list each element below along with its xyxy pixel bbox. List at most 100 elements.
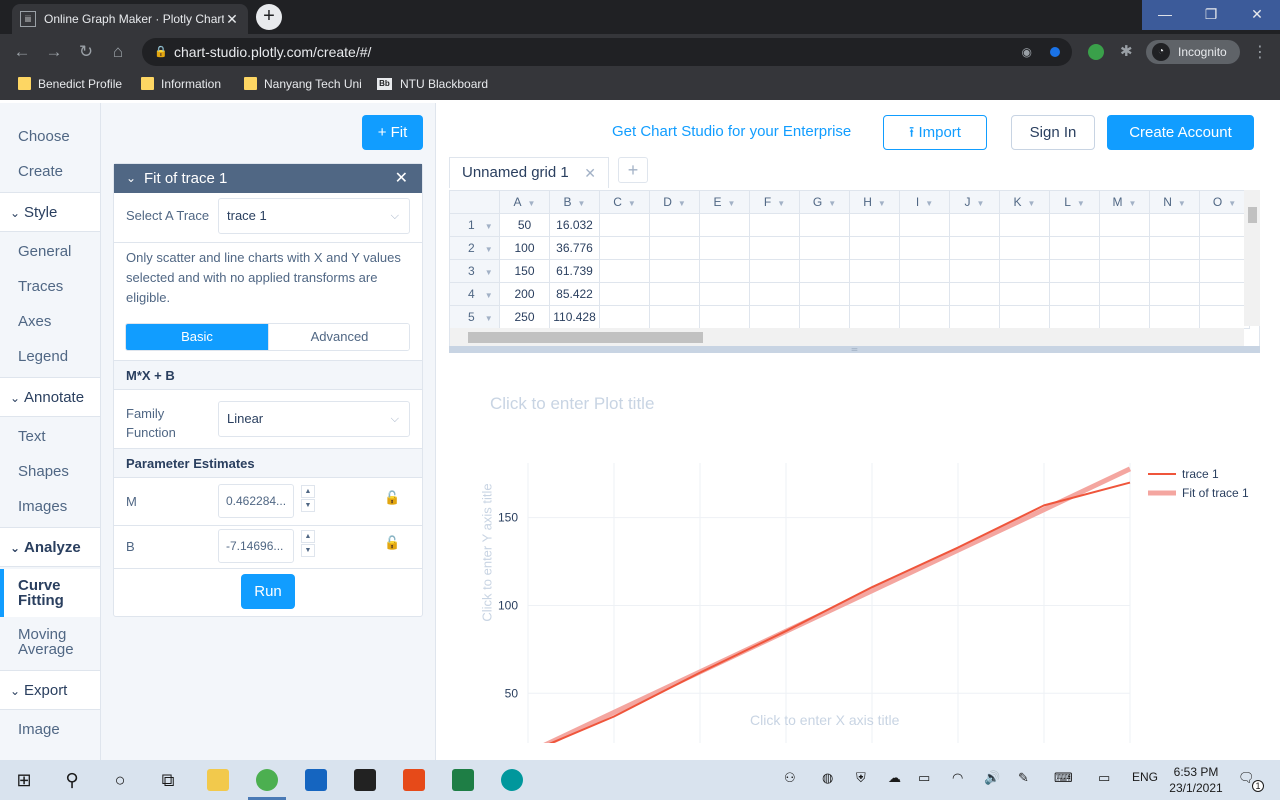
grid-cell[interactable] xyxy=(1150,283,1200,306)
column-header-o[interactable]: O ▼ xyxy=(1200,191,1250,214)
grid-cell[interactable]: 100 xyxy=(500,237,550,260)
sidebar-item-shapes[interactable]: Shapes xyxy=(0,463,100,481)
grid-cell[interactable] xyxy=(650,306,700,329)
grid-cell[interactable] xyxy=(600,306,650,329)
legend-label[interactable]: trace 1 xyxy=(1182,467,1219,481)
tab-basic[interactable]: Basic xyxy=(126,324,268,350)
grid-cell[interactable] xyxy=(1100,260,1150,283)
battery-icon[interactable]: ▭ xyxy=(918,770,930,786)
grid-cell[interactable] xyxy=(850,283,900,306)
chrome-icon[interactable] xyxy=(256,769,278,791)
grid-cell[interactable]: 250 xyxy=(500,306,550,329)
grid-cell[interactable] xyxy=(1000,214,1050,237)
column-header-g[interactable]: G ▼ xyxy=(800,191,850,214)
grid-cell[interactable] xyxy=(850,306,900,329)
grid-cell[interactable] xyxy=(750,237,800,260)
fit-card-header[interactable]: ⌄ Fit of trace 1 ✕ xyxy=(114,164,422,193)
grid-cell[interactable] xyxy=(1200,306,1250,329)
sidebar-group-annotate[interactable]: ⌄ Annotate xyxy=(0,377,100,417)
cloud-icon[interactable]: ☁ xyxy=(888,770,901,786)
grid-vertical-scroll-thumb[interactable] xyxy=(1248,207,1257,223)
param-b-input[interactable]: -7.14696... xyxy=(218,529,294,563)
row-header[interactable]: 4 ▼ xyxy=(450,283,500,306)
grid-cell[interactable] xyxy=(700,283,750,306)
column-header-i[interactable]: I ▼ xyxy=(900,191,950,214)
import-button[interactable]: ⭱ Import xyxy=(883,115,987,150)
column-header-f[interactable]: F ▼ xyxy=(750,191,800,214)
column-menu-caret-icon[interactable]: ▼ xyxy=(628,199,636,208)
grid-cell[interactable] xyxy=(1050,283,1100,306)
sidebar-item-create[interactable]: Create xyxy=(0,163,100,181)
plot-title-placeholder[interactable]: Click to enter Plot title xyxy=(490,394,654,414)
grid-cell[interactable] xyxy=(650,260,700,283)
enterprise-link[interactable]: Get Chart Studio for your Enterprise xyxy=(612,123,851,140)
column-header-h[interactable]: H ▼ xyxy=(850,191,900,214)
excel-icon[interactable] xyxy=(452,769,474,791)
grid-cell[interactable]: 85.422 xyxy=(550,283,600,306)
column-menu-caret-icon[interactable]: ▼ xyxy=(578,199,586,208)
grid-tab[interactable]: Unnamed grid 1 ✕ xyxy=(449,157,609,188)
bookmark-benedict-profile[interactable]: Benedict Profile xyxy=(18,70,122,100)
column-menu-caret-icon[interactable]: ▼ xyxy=(1178,199,1186,208)
incognito-badge[interactable]: ◔ Incognito xyxy=(1146,40,1240,64)
close-window-icon[interactable]: ✕ xyxy=(1234,0,1280,30)
column-menu-caret-icon[interactable]: ▼ xyxy=(528,199,536,208)
sidebar-item-traces[interactable]: Traces xyxy=(0,278,100,296)
new-tab-button[interactable]: + xyxy=(256,4,282,30)
sidebar-item-general[interactable]: General xyxy=(0,243,100,261)
task-view-icon[interactable]: ⧉ xyxy=(152,764,184,796)
sidebar-item-image[interactable]: Image xyxy=(0,721,100,739)
grid-cell[interactable] xyxy=(1150,306,1200,329)
grid-cell[interactable] xyxy=(1200,283,1250,306)
grid-cell[interactable] xyxy=(1200,260,1250,283)
grid-cell[interactable] xyxy=(750,283,800,306)
column-header-e[interactable]: E ▼ xyxy=(700,191,750,214)
close-icon[interactable]: ✕ xyxy=(584,158,596,188)
language-indicator[interactable]: ENG xyxy=(1132,770,1158,784)
row-menu-caret-icon[interactable]: ▼ xyxy=(485,245,493,254)
restore-icon[interactable]: ❐ xyxy=(1188,0,1234,30)
browser-tab[interactable]: iii Online Graph Maker · Plotly Chart St… xyxy=(12,4,248,34)
column-header-l[interactable]: L ▼ xyxy=(1050,191,1100,214)
tracking-eye-icon[interactable]: ◉ xyxy=(1022,38,1032,66)
grid-cell[interactable] xyxy=(1150,214,1200,237)
row-header[interactable]: 1 ▼ xyxy=(450,214,500,237)
address-bar[interactable]: 🔒 chart-studio.plotly.com/create/#/ ◉ xyxy=(142,38,1072,66)
tab-advanced[interactable]: Advanced xyxy=(268,324,409,350)
param-b-decrement[interactable]: ▼ xyxy=(301,544,315,557)
param-b-increment[interactable]: ▲ xyxy=(301,530,315,543)
param-m-decrement[interactable]: ▼ xyxy=(301,499,315,512)
legend-label[interactable]: Fit of trace 1 xyxy=(1182,486,1249,500)
grid-cell[interactable] xyxy=(1000,260,1050,283)
grid-cell[interactable] xyxy=(800,260,850,283)
grid-cell[interactable] xyxy=(1000,306,1050,329)
grid-cell[interactable] xyxy=(850,237,900,260)
minimize-icon[interactable]: — xyxy=(1142,0,1188,30)
bookmark-information[interactable]: Information xyxy=(141,70,221,100)
column-header-n[interactable]: N ▼ xyxy=(1150,191,1200,214)
grid-cell[interactable] xyxy=(950,306,1000,329)
grid-cell[interactable] xyxy=(900,237,950,260)
grid-cell[interactable]: 50 xyxy=(500,214,550,237)
column-menu-caret-icon[interactable]: ▼ xyxy=(925,199,933,208)
column-header-k[interactable]: K ▼ xyxy=(1000,191,1050,214)
outlook-icon[interactable] xyxy=(305,769,327,791)
pen-icon[interactable]: ✎ xyxy=(1018,770,1029,786)
sidebar-item-moving-average[interactable]: Moving Average xyxy=(0,627,80,657)
column-menu-caret-icon[interactable]: ▼ xyxy=(977,199,985,208)
grid-cell[interactable]: 16.032 xyxy=(550,214,600,237)
column-menu-caret-icon[interactable]: ▼ xyxy=(878,199,886,208)
grid-cell[interactable] xyxy=(600,283,650,306)
grid-cell[interactable] xyxy=(600,237,650,260)
column-menu-caret-icon[interactable]: ▼ xyxy=(678,199,686,208)
row-header[interactable]: 5 ▼ xyxy=(450,306,500,329)
add-fit-button[interactable]: + Fit xyxy=(362,115,423,150)
power-app-icon[interactable] xyxy=(403,769,425,791)
file-explorer-icon[interactable] xyxy=(207,769,229,791)
grid-cell[interactable] xyxy=(850,214,900,237)
grid-cell[interactable] xyxy=(900,283,950,306)
grid-cell[interactable] xyxy=(900,214,950,237)
grid-cell[interactable] xyxy=(750,214,800,237)
y-axis-title-placeholder[interactable]: Click to enter Y axis title xyxy=(480,443,495,663)
row-menu-caret-icon[interactable]: ▼ xyxy=(485,314,493,323)
